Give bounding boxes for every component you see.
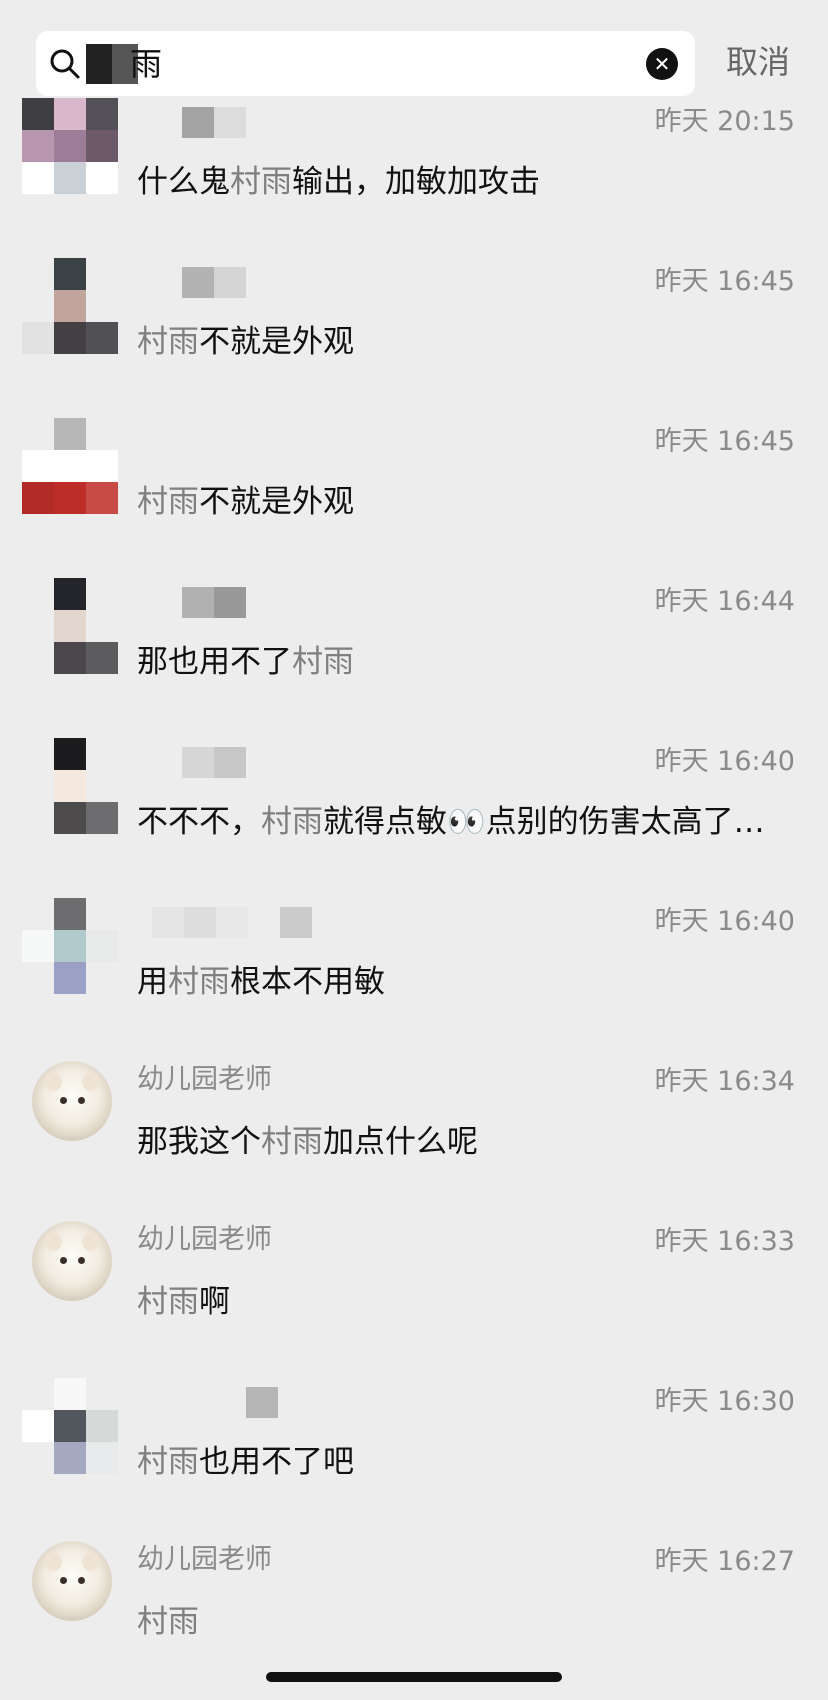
message-text: 那也用不了 bbox=[137, 644, 292, 680]
search-result-item[interactable]: 幼儿园老师 昨天 16:33 村雨啊 bbox=[0, 1218, 828, 1378]
avatar bbox=[32, 1221, 112, 1301]
avatar bbox=[22, 578, 118, 674]
avatar bbox=[22, 258, 118, 354]
avatar bbox=[32, 1541, 112, 1621]
message-preview: 用村雨根本不用敏 bbox=[137, 962, 797, 1002]
message-time: 昨天 16:33 bbox=[654, 1226, 795, 1257]
search-result-item[interactable]: 昨天 16:44 那也用不了村雨 bbox=[0, 578, 828, 738]
keyword-highlight: 村雨 bbox=[137, 484, 199, 520]
sender-name: 幼儿园老师 bbox=[137, 1064, 272, 1095]
keyword-highlight: 村雨 bbox=[292, 644, 354, 680]
sender-name: 幼儿园老师 bbox=[137, 1544, 272, 1575]
avatar bbox=[22, 738, 118, 834]
redacted-sender-name bbox=[182, 1387, 278, 1418]
redacted-sender-name bbox=[182, 267, 246, 298]
message-time: 昨天 16:45 bbox=[654, 266, 795, 297]
message-preview: 那我这个村雨加点什么呢 bbox=[137, 1122, 797, 1162]
message-text: 就得点敏👀点别的伤害太高了… bbox=[323, 804, 765, 840]
message-time: 昨天 16:40 bbox=[654, 746, 795, 777]
keyword-highlight: 村雨 bbox=[137, 1284, 199, 1320]
message-preview: 什么鬼村雨输出，加敏加攻击 bbox=[137, 162, 797, 202]
message-preview: 那也用不了村雨 bbox=[137, 642, 797, 682]
message-preview: 村雨啊 bbox=[137, 1282, 797, 1322]
message-text: 输出，加敏加攻击 bbox=[292, 164, 540, 200]
message-time: 昨天 16:34 bbox=[654, 1066, 795, 1097]
sender-name: 幼儿园老师 bbox=[137, 1224, 272, 1255]
redacted-sender-name bbox=[182, 107, 246, 138]
redacted-sender-name bbox=[152, 907, 312, 938]
keyword-highlight: 村雨 bbox=[137, 324, 199, 360]
message-preview: 村雨不就是外观 bbox=[137, 482, 797, 522]
search-result-item[interactable]: 昨天 16:40 不不不，村雨就得点敏👀点别的伤害太高了… bbox=[0, 738, 828, 898]
avatar bbox=[22, 418, 118, 514]
home-indicator bbox=[266, 1672, 562, 1682]
message-time: 昨天 16:27 bbox=[654, 1546, 795, 1577]
message-text: 不就是外观 bbox=[199, 324, 354, 360]
message-preview: 村雨也用不了吧 bbox=[137, 1442, 797, 1482]
message-text: 什么鬼 bbox=[137, 164, 230, 200]
message-text: 加点什么呢 bbox=[323, 1124, 478, 1160]
redacted-sender-name bbox=[182, 747, 246, 778]
avatar bbox=[22, 898, 118, 994]
search-result-item[interactable]: 昨天 20:15 什么鬼村雨输出，加敏加攻击 bbox=[0, 98, 828, 258]
search-result-item[interactable]: 昨天 16:30 村雨也用不了吧 bbox=[0, 1378, 828, 1538]
message-text: 不不不， bbox=[137, 804, 261, 840]
avatar bbox=[22, 1378, 118, 1474]
search-result-item[interactable]: 幼儿园老师 昨天 16:34 那我这个村雨加点什么呢 bbox=[0, 1058, 828, 1218]
keyword-highlight: 村雨 bbox=[137, 1444, 199, 1480]
keyword-highlight: 村雨 bbox=[230, 164, 292, 200]
message-text: 根本不用敏 bbox=[230, 964, 385, 1000]
message-time: 昨天 16:44 bbox=[654, 586, 795, 617]
message-time: 昨天 16:45 bbox=[654, 426, 795, 457]
keyword-highlight: 村雨 bbox=[168, 964, 230, 1000]
message-text: 啊 bbox=[199, 1284, 230, 1320]
keyword-highlight: 村雨 bbox=[261, 1124, 323, 1160]
message-preview: 村雨 bbox=[137, 1602, 797, 1642]
message-text: 那我这个 bbox=[137, 1124, 261, 1160]
search-result-item[interactable]: 昨天 16:40 用村雨根本不用敏 bbox=[0, 898, 828, 1058]
search-result-item[interactable]: 昨天 16:45 村雨不就是外观 bbox=[0, 258, 828, 418]
message-preview: 不不不，村雨就得点敏👀点别的伤害太高了… bbox=[137, 802, 797, 842]
message-time: 昨天 20:15 bbox=[654, 106, 795, 137]
message-time: 昨天 16:30 bbox=[654, 1386, 795, 1417]
search-result-item[interactable]: 昨天 16:45 村雨不就是外观 bbox=[0, 418, 828, 578]
message-time: 昨天 16:40 bbox=[654, 906, 795, 937]
avatar bbox=[32, 1061, 112, 1141]
keyword-highlight: 村雨 bbox=[137, 1604, 199, 1640]
message-text: 不就是外观 bbox=[199, 484, 354, 520]
message-text: 也用不了吧 bbox=[199, 1444, 354, 1480]
search-results-list: 昨天 20:15 什么鬼村雨输出，加敏加攻击 昨天 16:45 村雨不就是外观 昨天 1… bbox=[0, 0, 828, 1700]
avatar bbox=[22, 98, 118, 194]
redacted-sender-name bbox=[182, 587, 246, 618]
keyword-highlight: 村雨 bbox=[261, 804, 323, 840]
message-preview: 村雨不就是外观 bbox=[137, 322, 797, 362]
message-text: 用 bbox=[137, 964, 168, 1000]
